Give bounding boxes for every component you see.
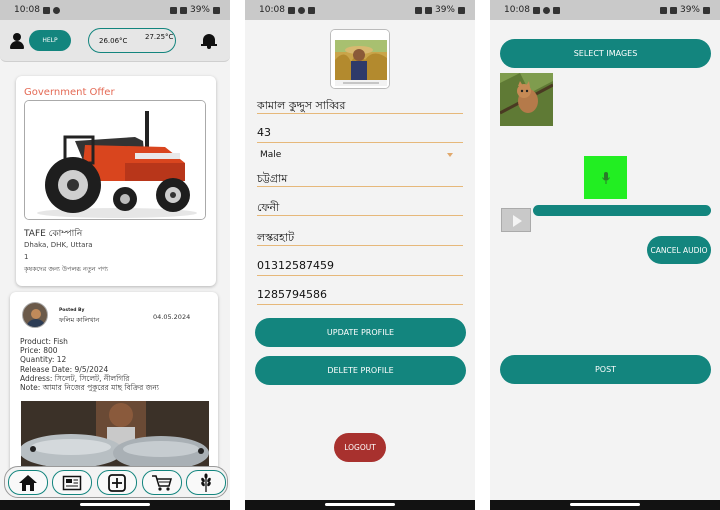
wifi-icon: [659, 6, 667, 14]
nav-crops[interactable]: [186, 470, 226, 495]
offer-brand: TAFE কোম্পানি: [24, 229, 83, 239]
home-gesture-bar[interactable]: [325, 503, 395, 506]
poster-name: ফলিম কালিখান: [59, 316, 100, 324]
audio-progress-bar[interactable]: [533, 205, 711, 216]
add-icon: [108, 473, 126, 492]
current-temperature: 26.06°C: [99, 37, 128, 45]
status-bar: 10:08 39%: [0, 0, 230, 20]
delete-profile-button[interactable]: DELETE PROFILE: [255, 356, 466, 385]
post-price: Price: 800: [20, 346, 58, 356]
offer-description: কৃষকদের জন্য উপলব্ধ নতুন পণ্য: [24, 265, 108, 273]
logout-button[interactable]: LOGOUT: [334, 433, 386, 462]
age-field[interactable]: 43: [257, 126, 463, 139]
age-underline: [257, 142, 463, 143]
status-bar: 10:08 39%: [490, 0, 720, 20]
status-time: 10:08: [14, 5, 40, 15]
offer-heading: Government Offer: [24, 87, 115, 98]
market-post-card[interactable]: Posted By ফলিম কালিখান 04.05.2024 Produc…: [10, 292, 218, 472]
battery-icon: [703, 6, 710, 14]
post-release-date: Release Date: 9/5/2024: [20, 364, 109, 374]
system-nav-bar: [245, 500, 475, 510]
post-details: Product: Fish Price: 800 Quantity: 12 Re…: [20, 337, 159, 392]
nid-underline: [257, 304, 463, 305]
notification-icon: [297, 6, 305, 14]
create-post-screen: 10:08 39% SELECT IMAGES CANCEL AUDIO POS…: [490, 0, 720, 510]
nav-home[interactable]: [8, 470, 48, 495]
wheat-icon: [201, 472, 211, 492]
status-bar: 10:08 39%: [245, 0, 475, 20]
home-screen: 10:08 39% HELP 26.06°C 27.25°C Governmen…: [0, 0, 230, 510]
cancel-audio-button[interactable]: CANCEL AUDIO: [647, 236, 711, 264]
nid-field[interactable]: 1285794586: [257, 288, 463, 301]
profile-photo[interactable]: [330, 29, 390, 89]
name-underline: [257, 113, 463, 114]
battery-icon: [458, 6, 465, 14]
audio-progress-fill: [533, 205, 711, 216]
newspaper-icon: [62, 475, 82, 490]
nav-add[interactable]: [97, 470, 137, 495]
wifi-icon: [169, 6, 177, 14]
record-audio-button[interactable]: [584, 156, 627, 199]
nav-cart[interactable]: [142, 470, 182, 495]
battery-level: 39%: [679, 5, 700, 15]
division-underline: [257, 186, 463, 187]
wifi-icon: [414, 6, 422, 14]
forecast-temperature: 27.25°C: [145, 33, 174, 41]
phone-underline: [257, 275, 463, 276]
battery-level: 39%: [434, 5, 455, 15]
post-button[interactable]: POST: [500, 355, 711, 384]
bell-icon[interactable]: [201, 32, 217, 50]
image-icon: [287, 6, 295, 14]
home-gesture-bar[interactable]: [570, 503, 640, 506]
system-nav-bar: [0, 500, 230, 510]
system-nav-bar: [490, 500, 720, 510]
notification-icon: [542, 6, 550, 14]
status-time: 10:08: [259, 5, 285, 15]
posted-by-label: Posted By: [59, 308, 85, 313]
bottom-navigation: [4, 466, 228, 498]
notification-icon: [52, 6, 60, 14]
upazila-underline: [257, 245, 463, 246]
home-top-bar: HELP 26.06°C 27.25°C: [0, 20, 230, 62]
post-quantity: Quantity: 12: [20, 355, 67, 365]
tractor-image: [24, 100, 206, 220]
weather-widget[interactable]: 26.06°C 27.25°C: [88, 28, 176, 53]
avatar: [22, 302, 48, 328]
district-underline: [257, 215, 463, 216]
nav-news[interactable]: [52, 470, 92, 495]
play-audio-button[interactable]: [501, 208, 531, 232]
signal-icon: [669, 6, 677, 14]
select-images-button[interactable]: SELECT IMAGES: [500, 39, 711, 68]
offer-location: Dhaka, DHK, Uttara: [24, 241, 93, 249]
home-gesture-bar[interactable]: [80, 503, 150, 506]
help-button[interactable]: HELP: [29, 30, 71, 51]
gender-select[interactable]: Male: [260, 150, 281, 160]
microphone-icon: [601, 171, 610, 184]
offer-quantity: 1: [24, 253, 29, 261]
post-address: Address: সিলেট, সিলেট, নীলগিরি: [20, 373, 130, 383]
check-icon: [307, 6, 315, 14]
chevron-down-icon[interactable]: [447, 153, 453, 157]
post-date: 04.05.2024: [153, 313, 191, 321]
post-product: Product: Fish: [20, 337, 68, 346]
update-profile-button[interactable]: UPDATE PROFILE: [255, 318, 466, 347]
status-time: 10:08: [504, 5, 530, 15]
signal-icon: [179, 6, 187, 14]
battery-icon: [213, 6, 220, 14]
selected-image-thumbnail[interactable]: [500, 73, 553, 126]
fish-photo: [21, 401, 209, 472]
notification-icon: [42, 6, 50, 14]
profile-screen: 10:08 39% কামাল কুদ্দুস সাব্বির 43 Male …: [245, 0, 475, 510]
post-note: Note: আমার নিজের পুকুরের মাছ বিক্রির জন্…: [20, 383, 159, 393]
user-icon[interactable]: [10, 33, 24, 49]
cart-icon: [152, 474, 172, 491]
government-offer-card[interactable]: Government Offer TAFE কোম্পানি Dhaka, DH…: [16, 76, 216, 286]
signal-icon: [424, 6, 432, 14]
check-icon: [552, 6, 560, 14]
home-icon: [19, 474, 37, 491]
image-icon: [532, 6, 540, 14]
play-icon: [513, 215, 522, 227]
phone-field[interactable]: 01312587459: [257, 259, 463, 272]
battery-level: 39%: [189, 5, 210, 15]
